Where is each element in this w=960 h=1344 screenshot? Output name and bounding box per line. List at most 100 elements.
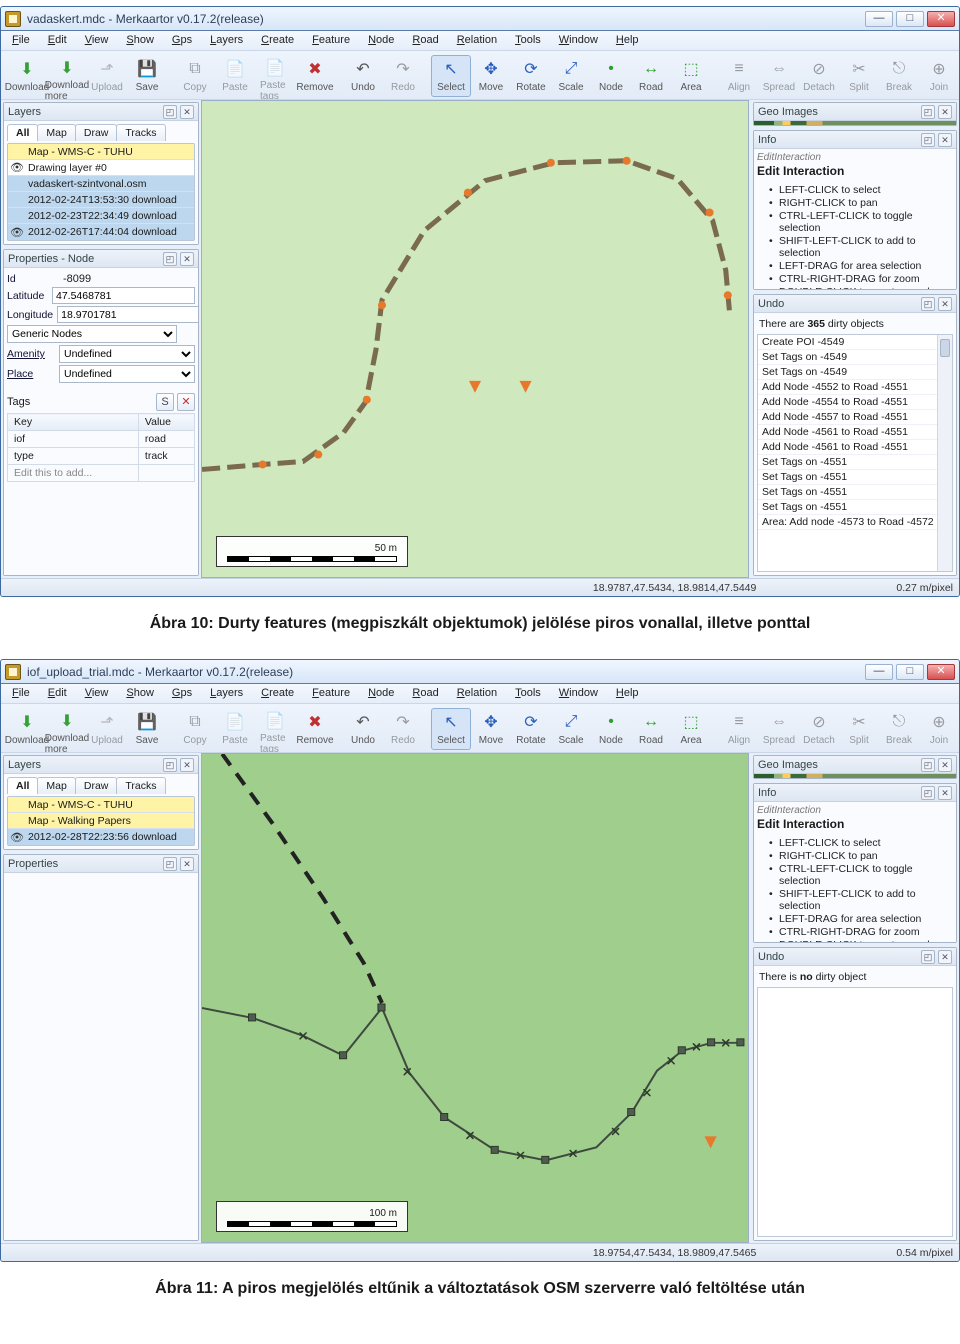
- layer-row[interactable]: 👁Drawing layer #0: [8, 160, 194, 176]
- undo-list[interactable]: Create POI -4549Set Tags on -4549Set Tag…: [757, 334, 953, 572]
- detach-button[interactable]: ⊘Detach: [799, 708, 839, 750]
- undo-item[interactable]: Set Tags on -4551: [758, 500, 952, 515]
- node-type-select[interactable]: Generic Nodes: [7, 325, 177, 343]
- layers-list[interactable]: Map - WMS-C - TUHUMap - Walking Papers👁2…: [7, 796, 195, 846]
- lat-input[interactable]: [52, 287, 195, 304]
- tags-remove-button[interactable]: ✕: [177, 393, 195, 411]
- spread-button[interactable]: ⇔Spread: [759, 708, 799, 750]
- redo-button[interactable]: ↷Redo: [383, 55, 423, 97]
- scale-button[interactable]: ⤢Scale: [551, 708, 591, 750]
- close-icon[interactable]: ✕: [938, 105, 952, 119]
- menu-layers[interactable]: Layers: [201, 31, 252, 50]
- undo-item[interactable]: Area: Add node -4573 to Road -4572: [758, 515, 952, 530]
- titlebar[interactable]: iof_upload_trial.mdc - Merkaartor v0.17.…: [1, 660, 959, 684]
- break-button[interactable]: ⎋Break: [879, 708, 919, 750]
- undo-item[interactable]: Add Node -4554 to Road -4551: [758, 395, 952, 410]
- close-icon[interactable]: ✕: [180, 857, 194, 871]
- move-button[interactable]: ✥Move: [471, 55, 511, 97]
- save-button[interactable]: 💾Save: [127, 55, 167, 97]
- layers-tab-draw[interactable]: Draw: [75, 124, 118, 141]
- split-button[interactable]: ✂Split: [839, 708, 879, 750]
- paste-tags-button[interactable]: 📄Paste tags: [255, 708, 295, 750]
- menu-relation[interactable]: Relation: [448, 684, 506, 703]
- paste-button[interactable]: 📄Paste: [215, 708, 255, 750]
- menu-relation[interactable]: Relation: [448, 31, 506, 50]
- close-button[interactable]: ✕: [927, 11, 955, 27]
- undo-item[interactable]: Set Tags on -4549: [758, 365, 952, 380]
- select-button[interactable]: ↖Select: [431, 55, 471, 97]
- menu-window[interactable]: Window: [550, 31, 607, 50]
- undo-item[interactable]: Add Node -4561 to Road -4551: [758, 440, 952, 455]
- join-button[interactable]: ⊕Join: [919, 708, 959, 750]
- menu-node[interactable]: Node: [359, 31, 403, 50]
- upload-button[interactable]: ⬏Upload: [87, 708, 127, 750]
- scrollbar[interactable]: [937, 335, 952, 571]
- amenity-link[interactable]: Amenity: [7, 348, 55, 360]
- menu-road[interactable]: Road: [403, 684, 447, 703]
- detach-icon[interactable]: ◰: [163, 105, 177, 119]
- eye-icon[interactable]: 👁: [10, 226, 24, 239]
- maximize-button[interactable]: □: [896, 664, 924, 680]
- minimize-button[interactable]: —: [865, 11, 893, 27]
- close-icon[interactable]: ✕: [938, 950, 952, 964]
- layers-tab-map[interactable]: Map: [37, 777, 75, 794]
- menu-create[interactable]: Create: [252, 684, 303, 703]
- menu-file[interactable]: File: [3, 684, 39, 703]
- menu-help[interactable]: Help: [607, 684, 648, 703]
- menu-node[interactable]: Node: [359, 684, 403, 703]
- table-row[interactable]: iofroad: [8, 431, 195, 448]
- menu-show[interactable]: Show: [117, 31, 163, 50]
- area-button[interactable]: ⬚Area: [671, 708, 711, 750]
- detach-icon[interactable]: ◰: [921, 105, 935, 119]
- undo-item[interactable]: Set Tags on -4551: [758, 455, 952, 470]
- layer-row[interactable]: 2012-02-24T13:53:30 download: [8, 192, 194, 208]
- close-icon[interactable]: ✕: [180, 105, 194, 119]
- close-icon[interactable]: ✕: [180, 758, 194, 772]
- map-canvas[interactable]: 50 m: [201, 100, 749, 578]
- detach-icon[interactable]: ◰: [163, 252, 177, 266]
- select-button[interactable]: ↖Select: [431, 708, 471, 750]
- layer-row[interactable]: 2012-02-23T22:34:49 download: [8, 208, 194, 224]
- download-button[interactable]: ⬇Download: [7, 708, 47, 750]
- layer-row[interactable]: 👁2012-02-26T17:44:04 download: [8, 224, 194, 240]
- break-button[interactable]: ⎋Break: [879, 55, 919, 97]
- copy-button[interactable]: ⧉Copy: [175, 55, 215, 97]
- remove-button[interactable]: ✖Remove: [295, 708, 335, 750]
- geo-images-strip[interactable]: [754, 774, 956, 778]
- layers-list[interactable]: Map - WMS-C - TUHU👁Drawing layer #0vadas…: [7, 143, 195, 241]
- node-button[interactable]: •Node: [591, 55, 631, 97]
- paste-button[interactable]: 📄Paste: [215, 55, 255, 97]
- undo-button[interactable]: ↶Undo: [343, 708, 383, 750]
- undo-item[interactable]: Set Tags on -4549: [758, 350, 952, 365]
- undo-item[interactable]: Set Tags on -4551: [758, 485, 952, 500]
- detach-icon[interactable]: ◰: [921, 758, 935, 772]
- align-button[interactable]: ≡Align: [719, 55, 759, 97]
- maximize-button[interactable]: □: [896, 11, 924, 27]
- undo-item[interactable]: Add Node -4552 to Road -4551: [758, 380, 952, 395]
- titlebar[interactable]: vadaskert.mdc - Merkaartor v0.17.2(relea…: [1, 7, 959, 31]
- redo-button[interactable]: ↷Redo: [383, 708, 423, 750]
- layer-row[interactable]: 👁2012-02-28T22:23:56 download: [8, 829, 194, 845]
- download-more-button[interactable]: ⬇Download more: [47, 55, 87, 97]
- tags-th-key[interactable]: Key: [8, 414, 139, 431]
- layers-tab-tracks[interactable]: Tracks: [116, 777, 165, 794]
- close-icon[interactable]: ✕: [938, 133, 952, 147]
- detach-icon[interactable]: ◰: [921, 297, 935, 311]
- detach-icon[interactable]: ◰: [921, 950, 935, 964]
- tags-set-button[interactable]: S: [156, 393, 174, 411]
- close-button[interactable]: ✕: [927, 664, 955, 680]
- layers-tab-all[interactable]: All: [7, 777, 38, 794]
- layers-tab-map[interactable]: Map: [37, 124, 75, 141]
- rotate-button[interactable]: ⟳Rotate: [511, 708, 551, 750]
- layer-row[interactable]: Map - WMS-C - TUHU: [8, 144, 194, 160]
- join-button[interactable]: ⊕Join: [919, 55, 959, 97]
- close-icon[interactable]: ✕: [938, 758, 952, 772]
- menu-show[interactable]: Show: [117, 684, 163, 703]
- download-more-button[interactable]: ⬇Download more: [47, 708, 87, 750]
- geo-images-strip[interactable]: [754, 121, 956, 125]
- move-button[interactable]: ✥Move: [471, 708, 511, 750]
- undo-button[interactable]: ↶Undo: [343, 55, 383, 97]
- menu-view[interactable]: View: [76, 684, 118, 703]
- upload-button[interactable]: ⬏Upload: [87, 55, 127, 97]
- save-button[interactable]: 💾Save: [127, 708, 167, 750]
